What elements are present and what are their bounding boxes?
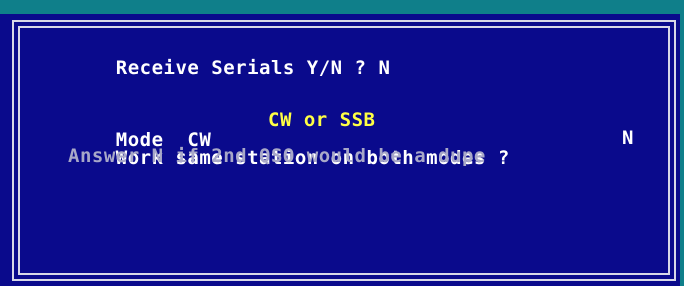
- receive-serials-prompt: Receive Serials Y/N ?: [115, 57, 379, 79]
- work-same-station-field[interactable]: N: [622, 128, 634, 148]
- receive-serials-row: Receive Serials Y/N ? N: [68, 38, 390, 98]
- receive-serials-field[interactable]: N: [378, 57, 390, 79]
- help-text: Answer N if 2nd QSO would be a dupe: [68, 145, 486, 167]
- dos-screen: Receive Serials Y/N ? N Mode CW CW or SSB…: [0, 0, 684, 286]
- mode-options-hint: CW or SSB: [268, 109, 376, 131]
- title-bar: [0, 0, 684, 14]
- window-edge: [680, 0, 684, 286]
